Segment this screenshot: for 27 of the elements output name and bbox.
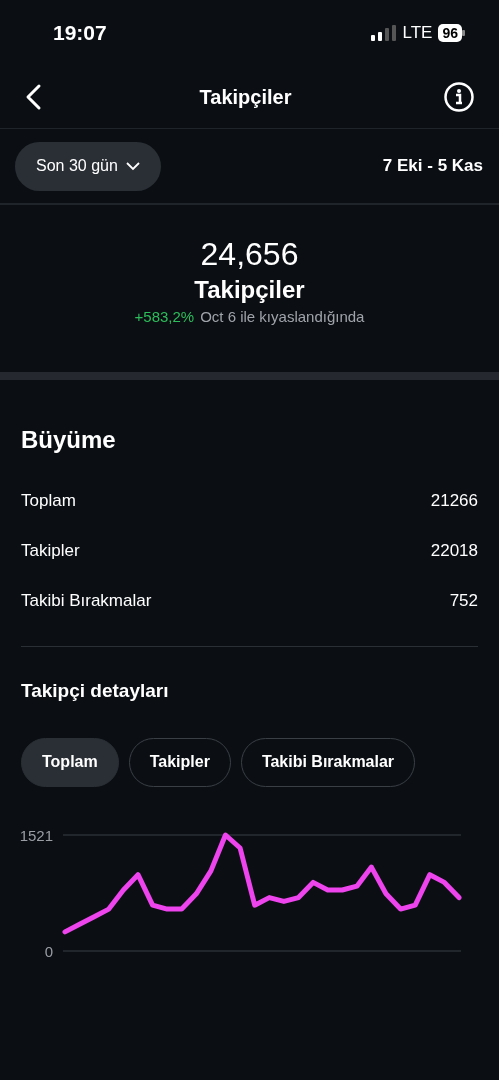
comparison-text: Oct 6 ile kıyaslandığında xyxy=(200,307,365,327)
section-title: Büyüme xyxy=(21,425,117,455)
metric-label: Takibi Bırakmalar xyxy=(21,590,152,613)
metric-label: Toplam xyxy=(21,490,76,513)
follower-count: 24,656 xyxy=(200,235,299,273)
section-title: Takipçi detayları xyxy=(21,679,170,703)
filter-tab[interactable]: Toplam xyxy=(21,737,119,787)
back-icon xyxy=(24,82,42,111)
battery-level: 96 xyxy=(438,23,462,42)
axis-label: 0 xyxy=(44,942,53,960)
info-button[interactable] xyxy=(443,80,475,113)
metric-value: 22018 xyxy=(430,540,478,563)
page-title: Takipçiler xyxy=(199,84,292,110)
signal-icon xyxy=(370,24,397,41)
status-time: 19:07 xyxy=(53,19,107,46)
metric-value: 21266 xyxy=(430,490,478,513)
change-percent: +583,2% xyxy=(134,307,195,327)
follower-label: Takipçiler xyxy=(194,275,305,305)
info-icon xyxy=(444,81,474,112)
battery-tip-icon xyxy=(462,29,465,36)
axis-label: 1521 xyxy=(19,826,53,844)
chevron-down-icon xyxy=(125,161,140,171)
metric-value: 752 xyxy=(449,590,478,613)
range-dropdown[interactable]: Son 30 gün xyxy=(15,141,161,191)
network-label: LTE xyxy=(402,21,433,44)
date-range: 7 Eki - 5 Kas xyxy=(382,155,483,178)
metric-label: Takipler xyxy=(21,540,80,563)
